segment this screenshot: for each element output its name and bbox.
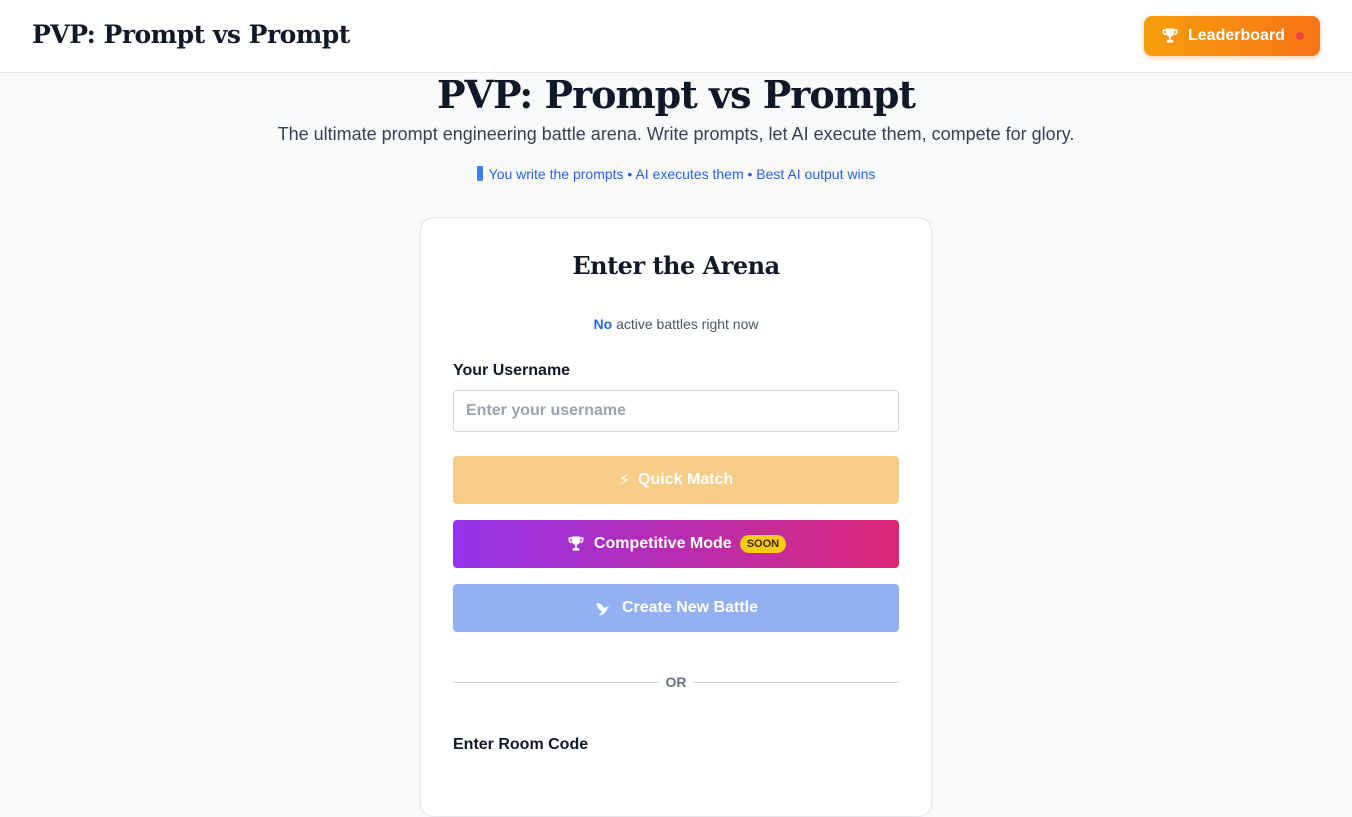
notification-dot	[1296, 32, 1304, 40]
page-title: PVP: Prompt vs Prompt	[436, 72, 916, 117]
quick-match-label: Quick Match	[638, 471, 734, 488]
active-battles-status: No active battles right now	[421, 316, 931, 332]
active-battles-count: No	[593, 316, 613, 332]
or-divider: OR	[453, 674, 899, 690]
brand-logo-text[interactable]: PVP: Prompt vs Prompt	[32, 20, 350, 49]
arena-title: Enter the Arena	[572, 251, 780, 280]
competitive-mode-button[interactable]: Competitive Mode SOON	[453, 520, 899, 568]
divider-line-right	[694, 682, 899, 683]
create-battle-button[interactable]: Create New Battle	[453, 584, 899, 632]
soon-badge: SOON	[739, 535, 787, 553]
active-battles-text: active battles right now	[616, 316, 759, 332]
trophy-icon	[1162, 28, 1178, 43]
tagline-text: You write the prompts • AI executes them…	[488, 166, 876, 182]
tagline-icon	[476, 166, 483, 181]
top-navigation-bar: PVP: Prompt vs Prompt Leaderboard	[0, 0, 1352, 73]
bird-icon	[596, 603, 609, 616]
trophy-icon	[568, 536, 584, 551]
leaderboard-button[interactable]: Leaderboard	[1144, 16, 1320, 56]
page-subtitle: The ultimate prompt engineering battle a…	[277, 124, 1075, 144]
arena-card: Enter the Arena No active battles right …	[420, 217, 932, 817]
username-input[interactable]	[453, 390, 899, 432]
lightning-icon: ⚡	[618, 472, 631, 489]
quick-match-button[interactable]: ⚡ Quick Match	[453, 456, 899, 504]
tagline: You write the prompts • AI executes them…	[0, 166, 1352, 182]
create-battle-label: Create New Battle	[621, 599, 759, 616]
leaderboard-label: Leaderboard	[1188, 27, 1285, 44]
competitive-mode-label: Competitive Mode	[593, 535, 732, 552]
room-code-label: Enter Room Code	[453, 736, 589, 753]
username-label: Your Username	[453, 362, 571, 379]
